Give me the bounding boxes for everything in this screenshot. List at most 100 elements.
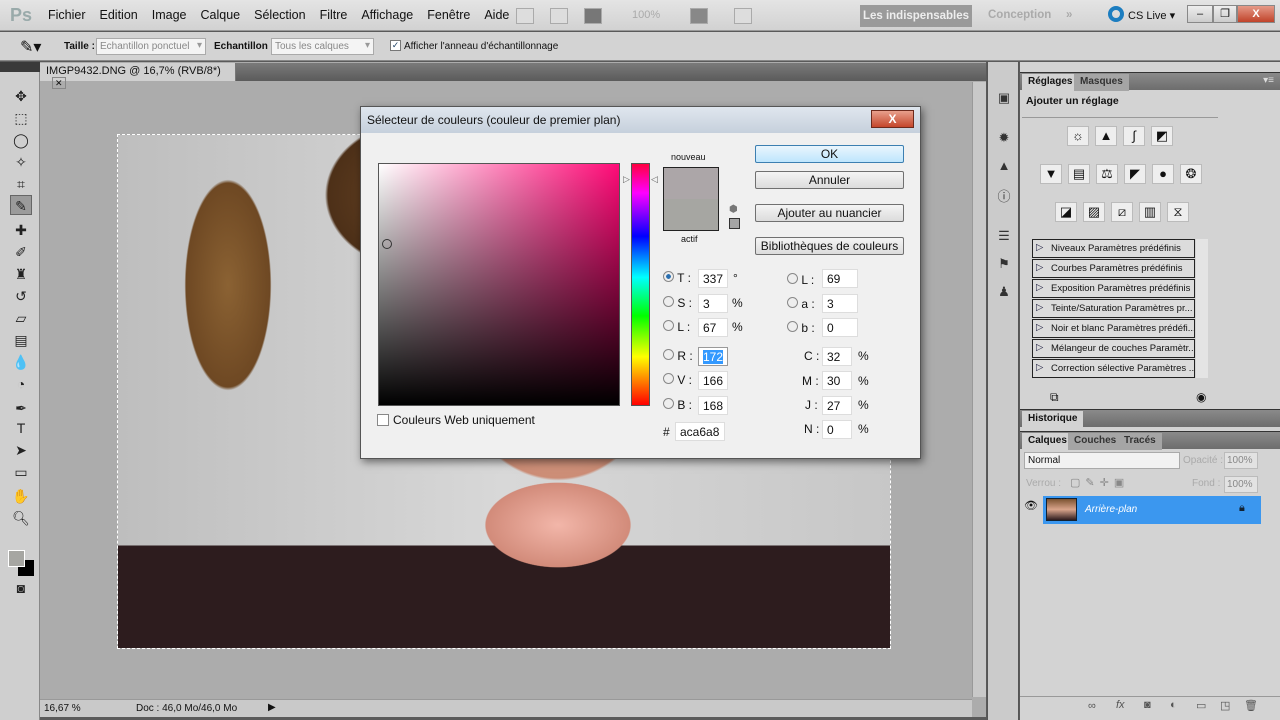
workspace-design-button[interactable]: Conception (988, 9, 1051, 21)
layer-comps-panel-icon[interactable]: ☰ (995, 228, 1013, 246)
preset-selective-color[interactable]: Correction sélective Paramètres ... (1032, 359, 1195, 378)
hue-saturation-icon[interactable]: ▤ (1068, 164, 1090, 184)
menu-fichier[interactable]: Fichier (48, 8, 86, 22)
blur-tool-icon[interactable]: 💧 (10, 352, 32, 372)
panel-menu-icon[interactable]: ▾≡ (1263, 75, 1274, 86)
pen-tool-icon[interactable]: ✒ (10, 398, 32, 418)
menu-fenetre[interactable]: Fenêtre (427, 8, 470, 22)
blend-mode-select[interactable]: Normal (1024, 452, 1180, 469)
black-white-icon[interactable]: ◤ (1124, 164, 1146, 184)
threshold-icon[interactable]: ⧄ (1111, 202, 1133, 222)
color-libraries-button[interactable]: Bibliothèques de couleurs (755, 237, 904, 255)
add-to-swatches-button[interactable]: Ajouter au nuancier (755, 204, 904, 222)
close-window-button[interactable]: X (1237, 5, 1275, 23)
view-extras-icon[interactable] (584, 8, 602, 24)
type-tool-icon[interactable]: T (10, 418, 32, 438)
lab-a-input[interactable]: 3 (822, 294, 858, 313)
cyan-input[interactable]: 32 (822, 347, 852, 366)
fill-input[interactable]: 100% (1224, 476, 1258, 493)
layer-row-arriere-plan[interactable]: Arrière-plan 🔒︎ (1043, 496, 1261, 524)
move-tool-icon[interactable]: ✥ (10, 86, 32, 106)
quick-mask-icon[interactable]: ◙ (10, 578, 32, 598)
workspace-essentials-button[interactable]: Les indispensables (860, 5, 972, 27)
quick-selection-tool-icon[interactable]: ✧ (10, 152, 32, 172)
sample-select[interactable]: Tous les calques (271, 38, 374, 55)
levels-icon[interactable]: ▲ (1095, 126, 1117, 146)
hue-slider[interactable] (631, 163, 650, 406)
navigator-panel-icon[interactable]: ✹ (995, 130, 1013, 148)
visibility-toggle-icon[interactable]: ◉ (1196, 390, 1206, 404)
cancel-button[interactable]: Annuler (755, 171, 904, 189)
size-select[interactable]: Echantillon ponctuel (96, 38, 206, 55)
color-balance-icon[interactable]: ⚖ (1096, 164, 1118, 184)
vibrance-icon[interactable]: ▼ (1040, 164, 1062, 184)
eyedropper-preset-icon[interactable]: ✎▾ (20, 37, 41, 57)
menu-filtre[interactable]: Filtre (320, 8, 348, 22)
info-panel-icon[interactable]: ⓘ (995, 186, 1013, 204)
shape-tool-icon[interactable]: ▭ (10, 462, 32, 482)
green-radio[interactable] (663, 373, 674, 384)
gradient-map-icon[interactable]: ▥ (1139, 202, 1161, 222)
menu-selection[interactable]: Sélection (254, 8, 305, 22)
arrange-documents-icon[interactable] (690, 8, 708, 24)
fx-icon[interactable]: fx (1116, 699, 1125, 711)
delete-layer-icon[interactable]: 🗑︎ (1244, 699, 1258, 712)
mini-bridge-icon[interactable] (550, 8, 568, 24)
invert-icon[interactable]: ◪ (1055, 202, 1077, 222)
zoom-level-dropdown[interactable]: 100% (632, 9, 660, 21)
blue-radio[interactable] (663, 398, 674, 409)
tab-reglages[interactable]: Réglages (1022, 74, 1079, 91)
clone-source-panel-icon[interactable]: ♟ (995, 284, 1013, 302)
lab-b-input[interactable]: 0 (822, 318, 858, 337)
web-safe-swatch-icon[interactable] (729, 218, 740, 229)
posterize-icon[interactable]: ▨ (1083, 202, 1105, 222)
screen-mode-icon[interactable] (734, 8, 752, 24)
actions-panel-icon[interactable]: ⚑ (995, 256, 1013, 274)
web-colors-only-checkbox[interactable] (377, 414, 389, 426)
color-field-cursor[interactable] (382, 239, 392, 249)
red-input[interactable]: 172 (698, 347, 728, 366)
tab-masques[interactable]: Masques (1074, 74, 1129, 91)
return-to-list-icon[interactable]: ⧉ (1050, 390, 1059, 405)
histogram-panel-icon[interactable]: ▲ (995, 158, 1013, 176)
lock-icons[interactable]: ▢✎✛▣ (1070, 476, 1129, 489)
preset-channel-mixer[interactable]: Mélangeur de couches Paramètr... (1032, 339, 1195, 358)
dialog-close-button[interactable]: X (871, 110, 914, 128)
magenta-input[interactable]: 30 (822, 371, 852, 390)
preset-exposure[interactable]: Exposition Paramètres prédéfinis (1032, 279, 1195, 298)
restore-button[interactable]: ❐ (1213, 5, 1237, 23)
saturation-input[interactable]: 3 (698, 294, 728, 313)
hue-slider-left-arrow-icon[interactable]: ▷ (623, 174, 630, 185)
layer-visibility-eye-icon[interactable]: 👁︎ (1024, 499, 1042, 523)
preset-levels[interactable]: Niveaux Paramètres prédéfinis (1032, 239, 1195, 258)
green-input[interactable]: 166 (698, 371, 728, 390)
black-input[interactable]: 0 (822, 420, 852, 439)
ok-button[interactable]: OK (755, 145, 904, 163)
hex-input[interactable]: aca6a8 (675, 422, 725, 441)
lasso-tool-icon[interactable]: ◯ (10, 130, 32, 150)
document-close-icon[interactable]: ✕ (52, 77, 66, 89)
preset-curves[interactable]: Courbes Paramètres prédéfinis (1032, 259, 1195, 278)
foreground-color-swatch[interactable] (8, 550, 25, 567)
zoom-tool-icon[interactable]: 🔍︎ (10, 508, 32, 528)
cs-live-button[interactable]: CS Live ▾ (1128, 9, 1175, 22)
selective-color-icon[interactable]: ⧖ (1167, 202, 1189, 222)
hand-tool-icon[interactable]: ✋ (10, 486, 32, 506)
new-group-icon[interactable]: ▭ (1196, 699, 1206, 712)
color-field[interactable] (378, 163, 620, 406)
eyedropper-tool-icon[interactable]: ✎ (10, 195, 32, 215)
crop-tool-icon[interactable]: ⌗ (10, 174, 32, 194)
tools-panel-grip[interactable] (0, 62, 40, 72)
healing-brush-tool-icon[interactable]: ✚ (10, 220, 32, 240)
brightness-radio[interactable] (663, 320, 674, 331)
curves-icon[interactable]: ∫ (1123, 126, 1145, 146)
menu-edition[interactable]: Edition (100, 8, 138, 22)
marquee-tool-icon[interactable]: ⬚ (10, 108, 32, 128)
hue-input[interactable]: 337 (698, 269, 728, 288)
brush-tool-icon[interactable]: ✐ (10, 242, 32, 262)
tab-historique[interactable]: Historique (1022, 411, 1084, 428)
eraser-tool-icon[interactable]: ▱ (10, 308, 32, 328)
hue-slider-right-arrow-icon[interactable]: ◁ (651, 174, 658, 185)
blue-input[interactable]: 168 (698, 396, 728, 415)
zoom-level-field[interactable]: 16,67 % (44, 703, 81, 714)
